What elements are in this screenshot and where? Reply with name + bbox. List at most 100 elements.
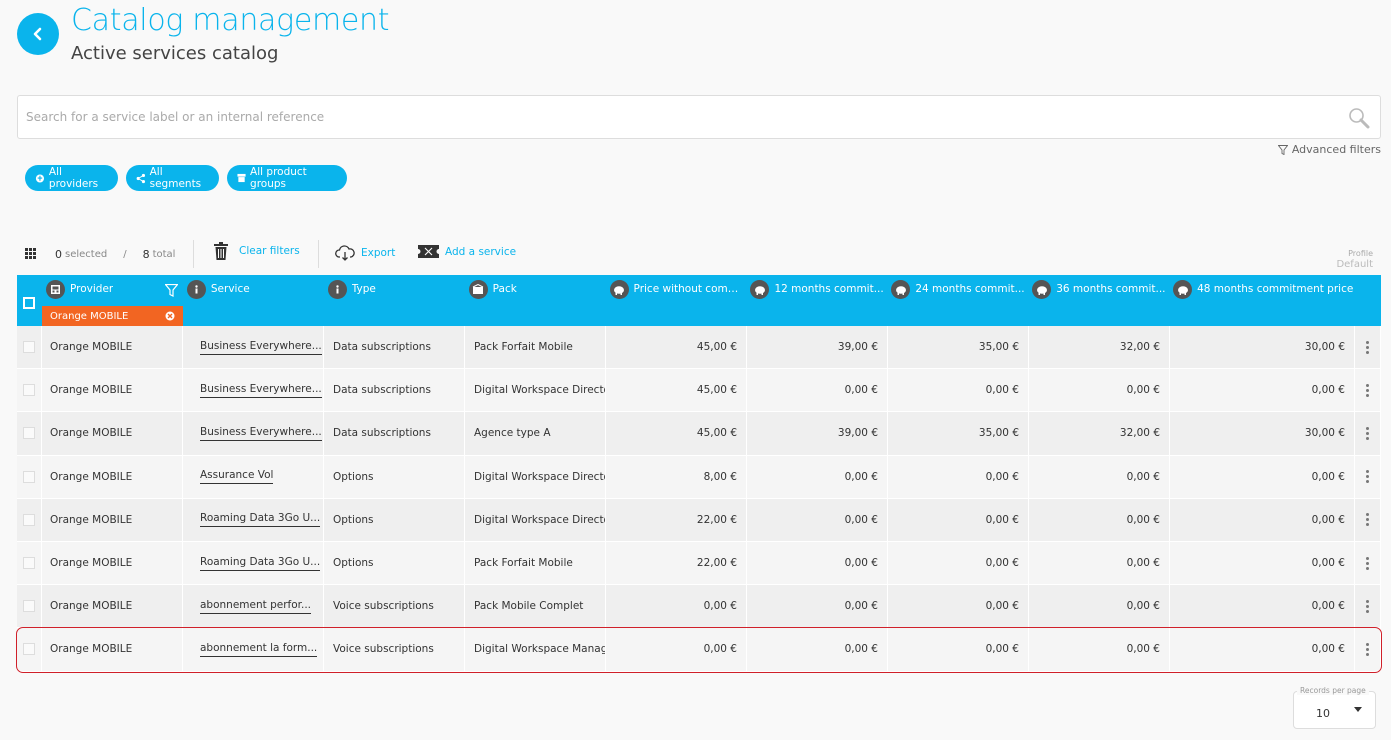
select-all-checkbox[interactable] (23, 297, 36, 309)
cell-type: Data subscriptions (324, 412, 465, 455)
cell-pack: Agence type A (465, 412, 606, 455)
row-checkbox[interactable] (23, 384, 35, 397)
row-checkbox[interactable] (23, 600, 35, 613)
service-link[interactable]: Business Everywhere... (200, 383, 322, 398)
more-vertical-icon[interactable] (1355, 642, 1380, 656)
column-label-12-months: 12 months commit... (774, 283, 884, 295)
filter-icon[interactable] (164, 284, 178, 297)
all-product-groups-chip[interactable]: All product groups (227, 165, 347, 191)
table-row-selected[interactable]: Orange MOBILE abonnement la form... Voic… (16, 627, 1382, 673)
back-button[interactable] (17, 13, 59, 55)
cell-provider: Orange MOBILE (42, 628, 183, 671)
cell-provider: Orange MOBILE (42, 455, 183, 498)
row-checkbox[interactable] (23, 643, 35, 656)
more-vertical-icon[interactable] (1355, 556, 1380, 570)
column-header-36-months[interactable]: 36 months commit... (1028, 275, 1169, 326)
info-icon (327, 280, 347, 299)
search-icon[interactable] (1348, 107, 1370, 129)
row-actions (1355, 369, 1381, 412)
service-link[interactable]: Business Everywhere... (200, 426, 322, 441)
row-checkbox[interactable] (23, 470, 35, 483)
cell-12-months: 0,00 € (747, 455, 888, 498)
info-icon (186, 280, 206, 299)
table-row[interactable]: Orange MOBILE Roaming Data 3Go U... Opti… (17, 541, 1381, 586)
cell-36-months: 0,00 € (1029, 585, 1170, 628)
table-row[interactable]: Orange MOBILE Roaming Data 3Go U... Opti… (17, 498, 1381, 542)
remove-filter-icon[interactable] (165, 311, 175, 321)
cell-price: 22,00 € (606, 498, 747, 541)
service-link[interactable]: Roaming Data 3Go U... (200, 556, 321, 571)
cloud-download-icon (335, 245, 355, 261)
row-checkbox[interactable] (23, 427, 35, 440)
more-vertical-icon[interactable] (1355, 470, 1380, 484)
profile-label: Profile (1348, 249, 1373, 258)
clear-filters-button[interactable]: Clear filters (213, 242, 300, 260)
cell-24-months: 0,00 € (888, 498, 1029, 541)
advanced-filters-link[interactable]: Advanced filters (1277, 143, 1381, 156)
select-all-cell (17, 275, 42, 326)
more-vertical-icon[interactable] (1355, 426, 1380, 440)
selection-count: 0 selected / 8 total (55, 248, 175, 261)
table-row[interactable]: Orange MOBILE Assurance Vol Options Digi… (17, 455, 1381, 499)
records-per-page-select[interactable]: Records per page 10 (1293, 686, 1376, 729)
row-checkbox-cell (17, 585, 42, 628)
page-subtitle: Active services catalog (71, 43, 279, 64)
column-header-12-months[interactable]: 12 months commit... (746, 275, 887, 326)
more-vertical-icon[interactable] (1355, 383, 1380, 397)
cell-service: Roaming Data 3Go U... (183, 541, 324, 585)
cell-price: 45,00 € (606, 326, 747, 369)
column-header-service[interactable]: Service (183, 275, 324, 326)
service-link[interactable]: Roaming Data 3Go U... (200, 512, 321, 528)
trash-icon (214, 242, 228, 260)
column-header-pack[interactable]: Pack (465, 275, 606, 326)
table-row[interactable]: Orange MOBILE Business Everywhere... Dat… (17, 369, 1381, 413)
column-header-24-months[interactable]: 24 months commit... (887, 275, 1028, 326)
service-link[interactable]: abonnement la form... (200, 642, 318, 657)
service-link[interactable]: Business Everywhere... (200, 340, 322, 355)
toolbar: 0 selected / 8 total Clear filters Expor… (17, 240, 1381, 270)
row-checkbox[interactable] (23, 513, 35, 526)
cell-pack: Pack Mobile Complet (465, 585, 606, 628)
cell-pack: Digital Workspace Director (465, 498, 606, 541)
grid-icon (25, 248, 36, 259)
columns-grid-button[interactable] (25, 248, 36, 259)
provider-filter-tag: Orange MOBILE (42, 306, 183, 326)
table-header: Provider Service Type Pack Price without… (17, 275, 1381, 326)
cell-24-months: 0,00 € (888, 541, 1029, 585)
add-service-button[interactable]: Add a service (418, 245, 516, 258)
service-link[interactable]: abonnement perfor... (200, 599, 312, 614)
table-row[interactable]: Orange MOBILE Business Everywhere... Dat… (17, 326, 1381, 370)
column-label-service: Service (210, 283, 250, 295)
cell-provider: Orange MOBILE (42, 541, 183, 585)
all-providers-chip[interactable]: All providers (25, 165, 118, 191)
cell-type: Data subscriptions (324, 326, 465, 369)
more-vertical-icon[interactable] (1355, 340, 1380, 354)
table-row[interactable]: Orange MOBILE Business Everywhere... Dat… (17, 412, 1381, 456)
more-vertical-icon[interactable] (1355, 599, 1380, 613)
all-segments-chip[interactable]: All segments (126, 165, 219, 191)
search-input[interactable] (18, 96, 1318, 138)
more-vertical-icon[interactable] (1355, 513, 1380, 527)
column-header-type[interactable]: Type (324, 275, 465, 326)
column-header-48-months[interactable]: 48 months commitment price (1169, 275, 1381, 326)
service-link[interactable]: Assurance Vol (200, 469, 274, 485)
row-checkbox[interactable] (23, 557, 35, 570)
column-label-pack: Pack (492, 283, 517, 295)
cell-48-months: 0,00 € (1170, 498, 1355, 541)
row-checkbox[interactable] (23, 341, 35, 354)
column-label-provider: Provider (69, 283, 114, 295)
cell-pack: Pack Forfait Mobile (465, 541, 606, 585)
cell-price: 0,00 € (606, 585, 747, 628)
column-header-price[interactable]: Price without comm... (606, 275, 746, 326)
export-button[interactable]: Export (335, 245, 395, 261)
cell-type: Voice subscriptions (324, 585, 465, 628)
cell-12-months: 0,00 € (747, 369, 888, 412)
table-row[interactable]: Orange MOBILE abonnement perfor... Voice… (17, 585, 1381, 629)
cell-36-months: 0,00 € (1029, 369, 1170, 412)
cell-price: 45,00 € (606, 412, 747, 455)
table-body: Orange MOBILE Business Everywhere... Dat… (16, 326, 1382, 673)
cell-service: Roaming Data 3Go U... (183, 498, 324, 541)
profile-selector[interactable]: Profile Default (1336, 248, 1373, 270)
cell-price: 8,00 € (606, 455, 747, 498)
row-actions (1355, 326, 1381, 369)
